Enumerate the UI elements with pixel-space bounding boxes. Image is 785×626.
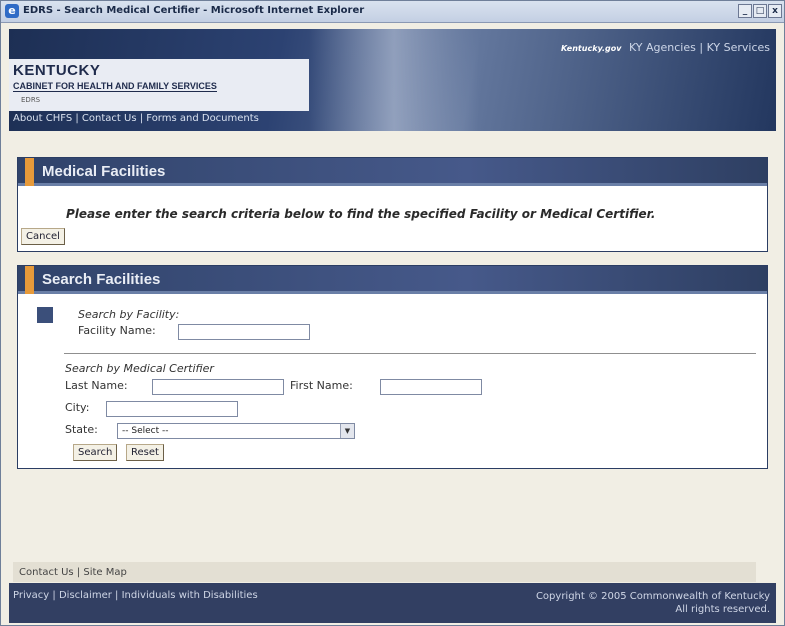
state-name: KENTUCKY: [13, 62, 101, 79]
footer-links: Contact Us | Site Map: [13, 562, 756, 582]
chevron-down-icon[interactable]: ▼: [340, 424, 354, 438]
disclaimer-link[interactable]: Disclaimer: [59, 590, 112, 601]
cancel-button[interactable]: Cancel: [21, 228, 65, 245]
footer-separator: |: [115, 590, 119, 601]
disabilities-link[interactable]: Individuals with Disabilities: [122, 590, 258, 601]
panel-title: Search Facilities: [42, 271, 161, 288]
rights-text: All rights reserved.: [675, 604, 770, 615]
close-button[interactable]: x: [768, 4, 782, 18]
kentucky-gov-logo[interactable]: Kentucky.gov: [561, 44, 621, 53]
contact-us-link[interactable]: Contact Us: [82, 113, 137, 124]
link-separator: |: [699, 41, 704, 54]
state-select[interactable]: -- Select -- ▼: [117, 423, 355, 439]
facility-name-label: Facility Name:: [78, 324, 156, 337]
privacy-link[interactable]: Privacy: [13, 590, 49, 601]
ie-logo-icon: e: [5, 4, 19, 18]
nav-separator: |: [75, 113, 79, 124]
section-marker: [37, 307, 53, 323]
city-label: City:: [65, 401, 90, 414]
footer-separator: |: [52, 590, 56, 601]
maximize-button[interactable]: □: [753, 4, 767, 18]
panel-header: Medical Facilities: [18, 158, 767, 186]
panel-title: Medical Facilities: [42, 163, 166, 180]
about-chfs-link[interactable]: About CHFS: [13, 113, 72, 124]
ky-services-link[interactable]: KY Services: [707, 41, 770, 54]
search-facilities-panel: Search Facilities Search by Facility: Fa…: [17, 265, 768, 469]
panel-header: Search Facilities: [18, 266, 767, 294]
top-nav: About CHFS | Contact Us | Forms and Docu…: [13, 113, 259, 124]
state-selected-value: -- Select --: [122, 426, 169, 436]
reset-button[interactable]: Reset: [126, 444, 164, 461]
header-stripe: [309, 29, 479, 131]
minimize-button[interactable]: _: [738, 4, 752, 18]
city-input[interactable]: [106, 401, 238, 417]
footer-contact-link[interactable]: Contact Us: [19, 567, 74, 578]
ky-portal-links: Kentucky.gov KY Agencies | KY Services: [561, 41, 770, 54]
copyright-text: Copyright © 2005 Commonwealth of Kentuck…: [535, 591, 770, 602]
forms-documents-link[interactable]: Forms and Documents: [146, 113, 259, 124]
medical-facilities-panel: Medical Facilities Please enter the sear…: [17, 157, 768, 252]
by-certifier-heading: Search by Medical Certifier: [65, 362, 214, 375]
facility-name-input[interactable]: [178, 324, 310, 340]
browser-window: e EDRS - Search Medical Certifier - Micr…: [0, 0, 785, 626]
agency-block: KENTUCKY CABINET FOR HEALTH AND FAMILY S…: [9, 59, 309, 111]
last-name-label: Last Name:: [65, 379, 128, 392]
instruction-text: Please enter the search criteria below t…: [66, 207, 656, 221]
last-name-input[interactable]: [152, 379, 284, 395]
first-name-input[interactable]: [380, 379, 482, 395]
app-name: EDRS: [21, 96, 41, 104]
window-title: EDRS - Search Medical Certifier - Micros…: [23, 5, 365, 16]
state-label: State:: [65, 423, 98, 436]
footer-legal-links: Privacy | Disclaimer | Individuals with …: [13, 590, 258, 601]
footer-separator: |: [76, 567, 81, 578]
search-button[interactable]: Search: [73, 444, 118, 461]
title-bar: e EDRS - Search Medical Certifier - Micr…: [1, 1, 784, 23]
footer-bar: Privacy | Disclaimer | Individuals with …: [9, 583, 776, 623]
site-header: Kentucky.gov KY Agencies | KY Services K…: [9, 29, 776, 131]
panel-accent: [25, 266, 34, 294]
footer-sitemap-link[interactable]: Site Map: [83, 567, 126, 578]
window-controls: _ □ x: [738, 4, 782, 18]
panel-accent: [25, 158, 34, 186]
first-name-label: First Name:: [290, 379, 353, 392]
divider: [64, 353, 756, 354]
cabinet-name: CABINET FOR HEALTH AND FAMILY SERVICES: [13, 81, 217, 92]
copyright-block: Copyright © 2005 Commonwealth of Kentuck…: [536, 590, 770, 616]
nav-separator: |: [139, 113, 144, 124]
by-facility-heading: Search by Facility:: [78, 308, 180, 321]
ky-agencies-link[interactable]: KY Agencies: [629, 41, 696, 54]
